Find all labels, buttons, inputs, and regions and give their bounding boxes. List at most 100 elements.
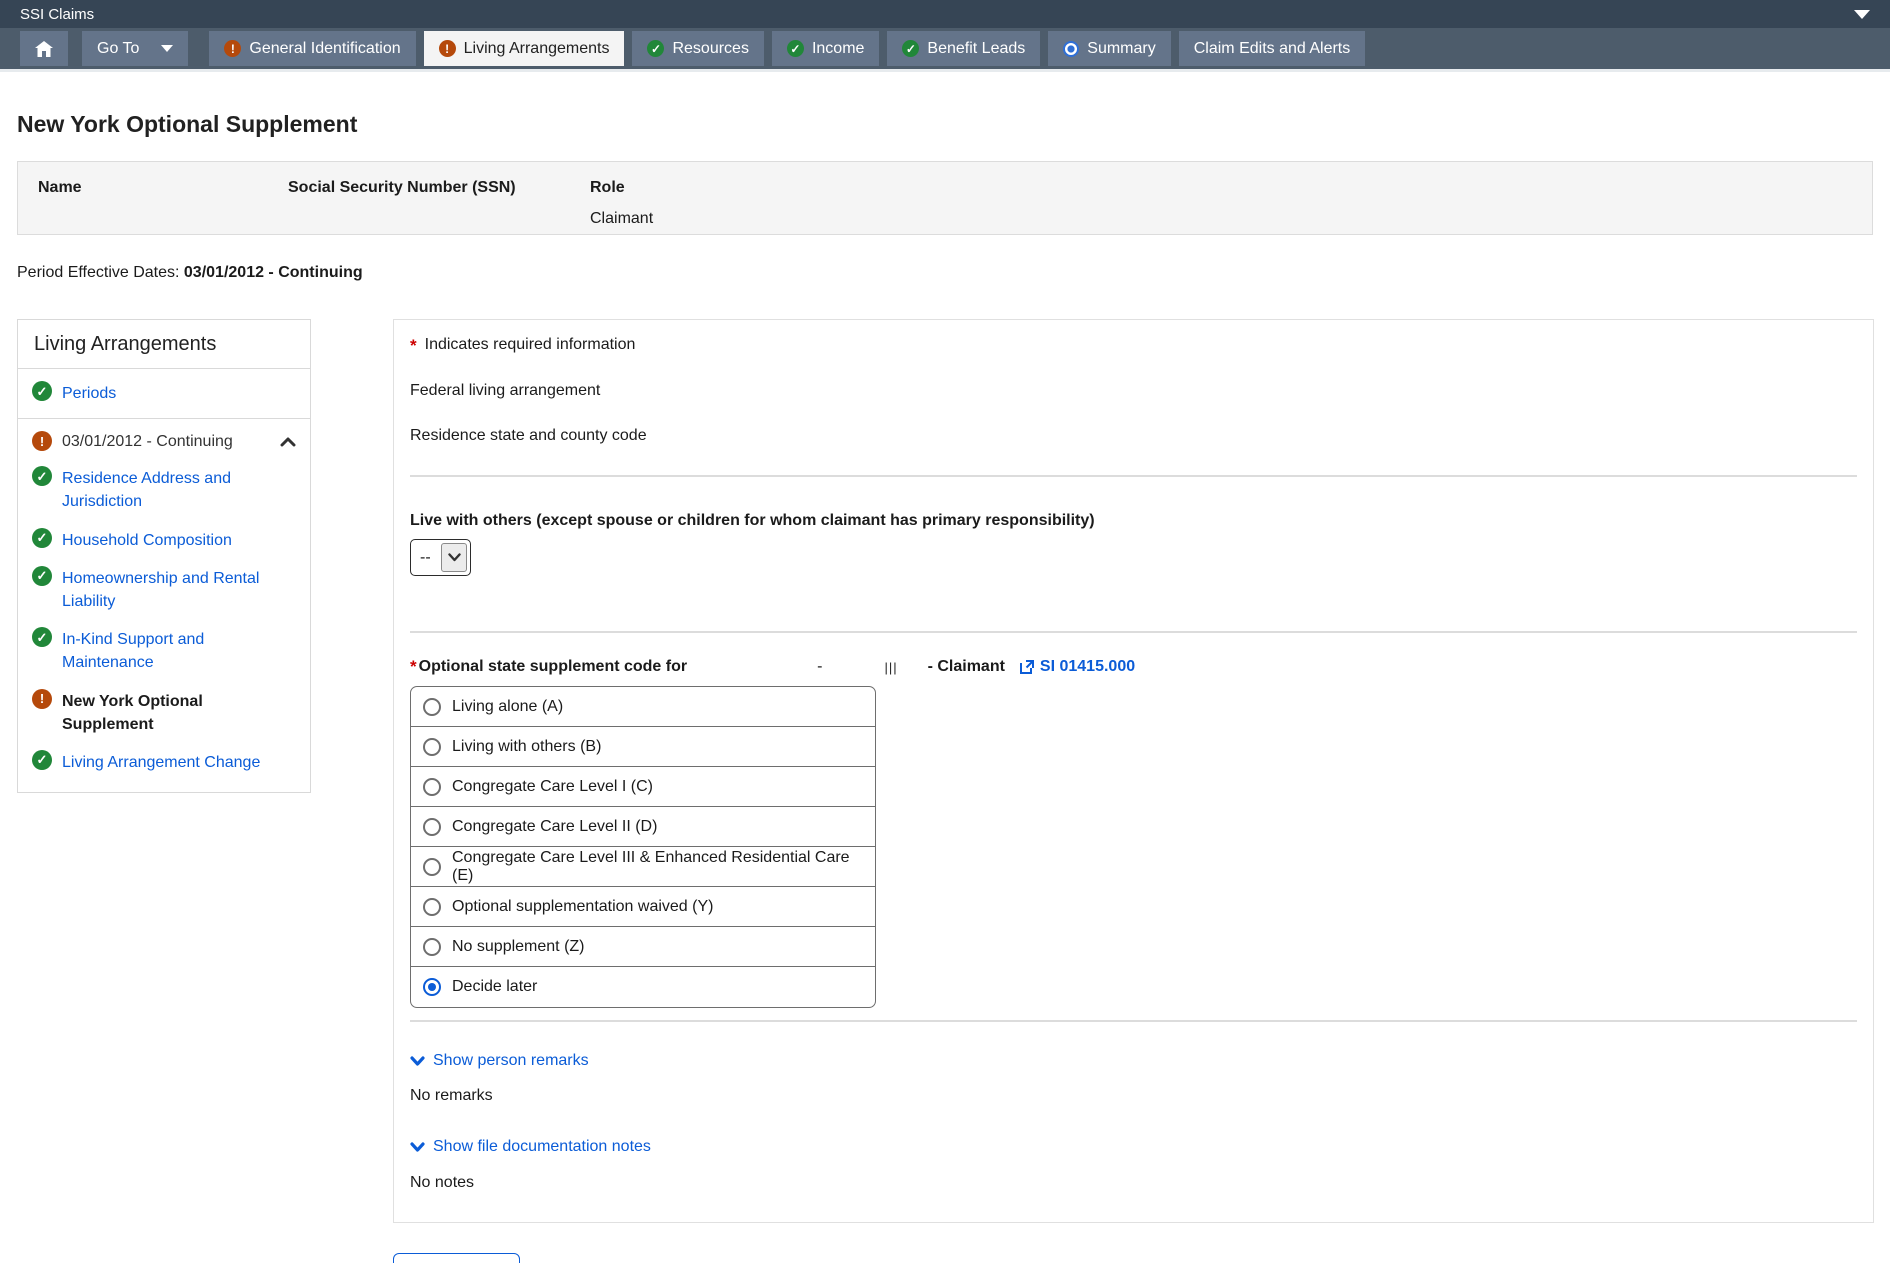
- claimant-suffix: - Claimant: [928, 658, 1005, 676]
- supplement-dash: -: [817, 658, 822, 676]
- nav-home-button[interactable]: [20, 31, 68, 66]
- divider: [410, 631, 1857, 633]
- radio-option-congregate-care-1[interactable]: Congregate Care Level I (C): [411, 767, 875, 807]
- radio-button[interactable]: [423, 778, 441, 796]
- masked-value: |||: [884, 660, 897, 675]
- nav-tab-benefit-leads[interactable]: ✓ Benefit Leads: [887, 31, 1040, 66]
- sidebar-item-residence-address[interactable]: ✓ Residence Address and Jurisdiction: [32, 467, 296, 513]
- radio-button[interactable]: [423, 898, 441, 916]
- radio-label: Decide later: [452, 978, 537, 996]
- radio-button[interactable]: [423, 818, 441, 836]
- radio-option-living-alone[interactable]: Living alone (A): [411, 687, 875, 727]
- period-value: 03/01/2012 - Continuing: [184, 264, 363, 281]
- nav-tab-label: Summary: [1087, 40, 1155, 58]
- nav-tab-label: Resources: [672, 40, 748, 58]
- nav-tab-resources[interactable]: ✓ Resources: [632, 31, 763, 66]
- radio-button[interactable]: [423, 858, 441, 876]
- check-icon: ✓: [32, 627, 52, 647]
- nav-tab-label: Benefit Leads: [927, 40, 1025, 58]
- sidebar-item-label: Living Arrangement Change: [62, 751, 260, 774]
- nav-tab-general-identification[interactable]: ! General Identification: [209, 31, 415, 66]
- chevron-down-icon: [410, 1056, 425, 1066]
- radio-button[interactable]: [423, 978, 441, 996]
- sidebar-item-label: Household Composition: [62, 529, 232, 552]
- check-icon: ✓: [32, 381, 52, 401]
- target-icon: [1063, 41, 1079, 57]
- nav-tab-label: Living Arrangements: [464, 40, 610, 58]
- nav-tab-label: General Identification: [249, 40, 400, 58]
- living-arrangements-sidebar: Living Arrangements ✓ Periods ! 03/01/20…: [17, 319, 311, 793]
- nav-tab-label: Income: [812, 40, 864, 58]
- nav-goto-label: Go To: [97, 40, 139, 58]
- live-with-others-select[interactable]: --: [410, 539, 471, 576]
- check-icon: ✓: [32, 528, 52, 548]
- sidebar-period-group-toggle[interactable]: ! 03/01/2012 - Continuing: [32, 432, 296, 451]
- chevron-up-icon: [280, 437, 296, 447]
- sidebar-item-inkind-support[interactable]: ✓ In-Kind Support and Maintenance: [32, 628, 296, 674]
- radio-option-supplementation-waived[interactable]: Optional supplementation waived (Y): [411, 887, 875, 927]
- sidebar-item-label: Periods: [62, 382, 116, 405]
- nav-tab-living-arrangements[interactable]: ! Living Arrangements: [424, 31, 625, 66]
- radio-button[interactable]: [423, 738, 441, 756]
- si-reference-label: SI 01415.000: [1040, 658, 1135, 676]
- sidebar-item-household-composition[interactable]: ✓ Household Composition: [32, 529, 296, 552]
- residence-state-county-label: Residence state and county code: [410, 427, 1857, 445]
- check-icon: ✓: [647, 40, 664, 57]
- radio-label: Congregate Care Level III & Enhanced Res…: [452, 849, 863, 885]
- check-icon: ✓: [787, 40, 804, 57]
- toggle-label: Show person remarks: [433, 1052, 589, 1070]
- external-link-icon: [1019, 659, 1035, 675]
- radio-button[interactable]: [423, 698, 441, 716]
- page-title: New York Optional Supplement: [17, 111, 1890, 138]
- chevron-down-icon: [448, 553, 461, 562]
- required-note-text: Indicates required information: [425, 336, 636, 354]
- alert-icon: !: [224, 40, 241, 57]
- divider: [410, 1020, 1857, 1022]
- required-information-note: * Indicates required information: [410, 336, 1857, 356]
- nav-tab-income[interactable]: ✓ Income: [772, 31, 879, 66]
- radio-option-congregate-care-3[interactable]: Congregate Care Level III & Enhanced Res…: [411, 847, 875, 887]
- radio-button[interactable]: [423, 938, 441, 956]
- show-person-remarks-toggle[interactable]: Show person remarks: [410, 1052, 1857, 1070]
- undo-changes-button[interactable]: Undo Changes: [393, 1253, 520, 1263]
- sidebar-item-label: Homeownership and Rental Liability: [62, 567, 296, 613]
- select-dropdown-button[interactable]: [441, 543, 467, 572]
- radio-label: Optional supplementation waived (Y): [452, 898, 713, 916]
- radio-option-congregate-care-2[interactable]: Congregate Care Level II (D): [411, 807, 875, 847]
- collapse-caret-icon[interactable]: [1854, 10, 1870, 19]
- main-nav: Go To ! General Identification ! Living …: [0, 28, 1890, 72]
- role-label: Role: [590, 179, 1872, 204]
- radio-option-decide-later[interactable]: Decide later: [411, 967, 875, 1007]
- sidebar-item-homeownership[interactable]: ✓ Homeownership and Rental Liability: [32, 567, 296, 613]
- sidebar-item-label: New York Optional Supplement: [62, 690, 296, 736]
- app-title-bar: SSI Claims: [0, 0, 1890, 28]
- supplement-code-label: Optional state supplement code for: [419, 658, 687, 676]
- optional-supplement-header: * Optional state supplement code for - |…: [410, 657, 1857, 677]
- nav-tab-summary[interactable]: Summary: [1048, 31, 1170, 66]
- toggle-label: Show file documentation notes: [433, 1138, 651, 1156]
- nav-goto-button[interactable]: Go To: [82, 31, 188, 66]
- ssn-value: [288, 210, 590, 235]
- si-reference-link[interactable]: SI 01415.000: [1019, 658, 1135, 676]
- caret-down-icon: [161, 45, 173, 52]
- check-icon: ✓: [32, 566, 52, 586]
- sidebar-item-living-arrangement-change[interactable]: ✓ Living Arrangement Change: [32, 751, 296, 774]
- ny-optional-supplement-panel: * Indicates required information Federal…: [393, 319, 1874, 1223]
- home-icon: [35, 41, 53, 57]
- radio-option-living-with-others[interactable]: Living with others (B): [411, 727, 875, 767]
- sidebar-item-periods[interactable]: ✓ Periods: [18, 369, 310, 419]
- radio-option-no-supplement[interactable]: No supplement (Z): [411, 927, 875, 967]
- sidebar-title: Living Arrangements: [18, 320, 310, 369]
- nav-tab-claim-edits[interactable]: Claim Edits and Alerts: [1179, 31, 1366, 66]
- chevron-down-icon: [410, 1142, 425, 1152]
- federal-living-arrangement-label: Federal living arrangement: [410, 382, 1857, 400]
- role-value: Claimant: [590, 210, 1872, 235]
- name-label: Name: [38, 179, 288, 204]
- ssn-label: Social Security Number (SSN): [288, 179, 590, 204]
- radio-label: Living with others (B): [452, 738, 601, 756]
- file-notes-empty: No notes: [410, 1174, 1857, 1192]
- sidebar-item-ny-optional-supplement[interactable]: ! New York Optional Supplement: [32, 690, 296, 736]
- nav-tab-label: Claim Edits and Alerts: [1194, 40, 1351, 58]
- live-with-others-label: Live with others (except spouse or child…: [410, 512, 1857, 530]
- show-file-notes-toggle[interactable]: Show file documentation notes: [410, 1138, 1857, 1156]
